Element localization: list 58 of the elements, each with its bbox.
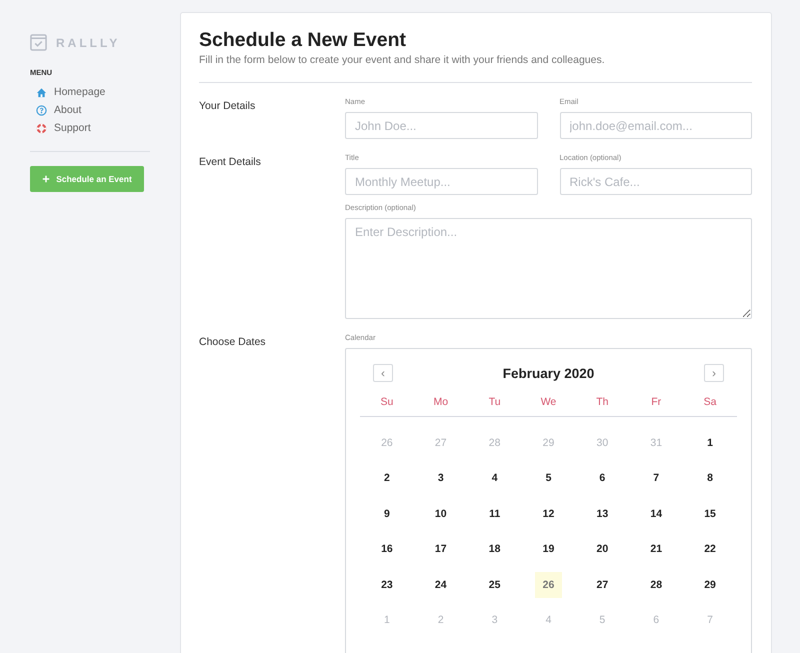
calendar-day[interactable]: 20 — [588, 536, 616, 562]
calendar-day[interactable]: 13 — [588, 500, 616, 527]
calendar-day[interactable]: 21 — [642, 536, 670, 562]
calendar-day[interactable]: 11 — [481, 500, 508, 527]
next-month-button[interactable]: › — [704, 364, 724, 382]
calendar-day[interactable]: 1 — [696, 430, 724, 456]
calendar-day[interactable]: 4 — [481, 465, 508, 492]
plus-icon — [42, 175, 50, 183]
calendar-day[interactable]: 25 — [481, 572, 508, 598]
calendar-day[interactable]: 22 — [696, 536, 724, 562]
location-field[interactable]: Rick's Cafe... — [560, 168, 752, 195]
calendar-day[interactable]: 6 — [588, 465, 616, 492]
weekday-label: Sa — [704, 396, 716, 408]
menu-item[interactable]: Support — [30, 119, 91, 137]
weekday-label: Su — [380, 396, 394, 408]
calendar-day[interactable]: 26 — [534, 572, 562, 598]
calendar-day[interactable]: 5 — [534, 465, 562, 492]
calendar-day[interactable]: 24 — [427, 572, 454, 598]
title-field[interactable]: Monthly Meetup... — [345, 168, 538, 195]
home-icon — [36, 86, 47, 98]
calendar-day[interactable]: 28 — [642, 572, 670, 598]
calendar-day[interactable]: 15 — [696, 500, 724, 527]
month-title: February 2020 — [502, 366, 594, 380]
previous-month-button[interactable]: ‹ — [373, 364, 393, 382]
calendar-day[interactable]: 9 — [373, 500, 400, 527]
calendar-day[interactable]: 23 — [373, 572, 400, 598]
logo-text: RALLLY — [56, 36, 120, 50]
page-subtitle: Fill in the form below to create your event and share it with your friends and colleagues. — [199, 54, 606, 66]
help-icon — [36, 104, 47, 116]
email-field[interactable]: john.doe@email.com... — [560, 112, 752, 139]
calendar-day[interactable]: 18 — [481, 536, 508, 562]
weekday-label: Tu — [488, 396, 501, 408]
calendar-day[interactable]: 17 — [427, 536, 454, 562]
calendar-day[interactable]: 27 — [588, 572, 616, 598]
calendar-day[interactable]: 14 — [642, 500, 670, 527]
weekday-label: Fr — [651, 396, 662, 408]
calendar-day[interactable]: 29 — [696, 572, 724, 598]
calendar-day[interactable]: 19 — [534, 536, 562, 562]
calendar-day[interactable]: 16 — [373, 536, 400, 562]
description-field[interactable]: Enter Description... — [345, 218, 752, 319]
calendar-day[interactable]: 10 — [427, 500, 454, 527]
calendar-day[interactable]: 12 — [534, 500, 562, 527]
menu-item[interactable]: Homepage — [30, 83, 106, 101]
section-label: Choose Dates — [199, 335, 267, 350]
page-title: Schedule a New Event — [199, 29, 407, 52]
lifebuoy-icon — [36, 122, 47, 134]
calendar-check-icon — [30, 34, 47, 51]
weekday-label: Mo — [433, 396, 448, 408]
name-field[interactable]: John Doe... — [345, 112, 538, 139]
weekday-label: We — [540, 396, 556, 408]
section-label: Your Details — [199, 99, 256, 114]
calendar-day[interactable]: 7 — [642, 465, 670, 492]
calendar-day[interactable]: 2 — [373, 465, 400, 492]
calendar-day[interactable]: 3 — [427, 465, 454, 492]
section-label: Event Details — [199, 155, 262, 170]
menu-item[interactable]: About — [30, 101, 82, 119]
calendar-day[interactable]: 8 — [696, 465, 724, 492]
weekday-label: Th — [596, 396, 608, 408]
